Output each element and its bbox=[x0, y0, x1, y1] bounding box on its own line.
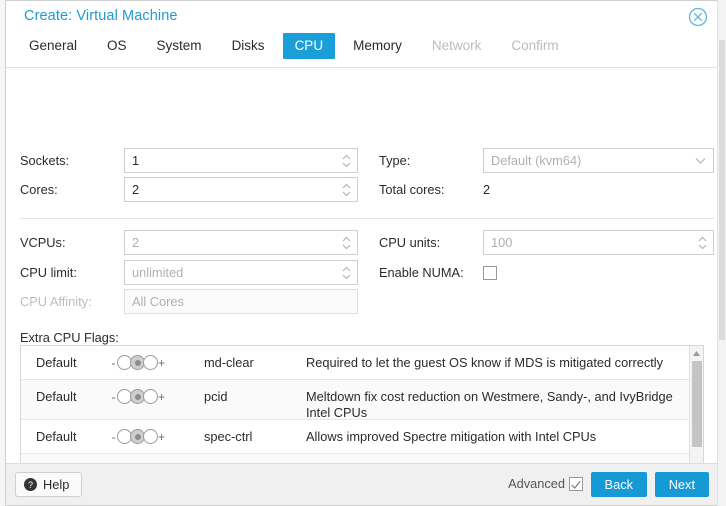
advanced-label: Advanced bbox=[508, 476, 565, 491]
svg-text:?: ? bbox=[28, 480, 33, 490]
dialog-title: Create: Virtual Machine bbox=[24, 8, 178, 24]
form-divider bbox=[20, 218, 714, 219]
flag-state-label: Default bbox=[36, 429, 77, 444]
sockets-spinner-icon[interactable] bbox=[341, 152, 352, 170]
type-value: Default (kvm64) bbox=[491, 153, 582, 168]
cpu-units-input[interactable]: 100 bbox=[483, 230, 714, 255]
flag-key: pcid bbox=[204, 389, 228, 404]
tab-network: Network bbox=[431, 38, 482, 53]
table-row[interactable]: Default - + md-clear Required to let the gue… bbox=[21, 346, 703, 380]
help-button[interactable]: ? Help bbox=[15, 472, 83, 497]
tab-bar: General OS System Disks CPU Memory Network Conf… bbox=[6, 33, 717, 68]
enable-numa-checkbox[interactable] bbox=[483, 266, 497, 280]
flag-plus-sign[interactable]: + bbox=[157, 356, 166, 370]
total-cores-value: 2 bbox=[483, 182, 491, 197]
type-select[interactable]: Default (kvm64) bbox=[483, 148, 714, 173]
cores-value: 2 bbox=[132, 182, 140, 197]
close-icon[interactable] bbox=[688, 7, 708, 27]
cpu-units-spinner-icon[interactable] bbox=[697, 234, 708, 252]
enable-numa-label: Enable NUMA: bbox=[379, 265, 464, 280]
advanced-checkbox[interactable] bbox=[569, 477, 583, 491]
cpu-affinity-input: All Cores bbox=[124, 289, 358, 314]
help-button-label: Help bbox=[43, 477, 70, 492]
flag-plus-sign[interactable]: + bbox=[157, 430, 166, 444]
flag-state-label: Default bbox=[36, 355, 77, 370]
flag-tristate-control[interactable]: -+ bbox=[109, 429, 166, 444]
next-button[interactable]: Next bbox=[654, 472, 709, 497]
sockets-value: 1 bbox=[132, 153, 140, 168]
cpu-limit-input[interactable]: unlimited bbox=[124, 260, 358, 285]
flag-description: Allows improved Spectre mitigation with … bbox=[306, 429, 597, 444]
flag-plus-sign[interactable]: + bbox=[157, 390, 166, 404]
tab-cpu[interactable]: CPU bbox=[282, 33, 336, 59]
flag-radio-on[interactable] bbox=[143, 429, 158, 444]
cpu-affinity-placeholder: All Cores bbox=[132, 294, 184, 309]
tab-confirm: Confirm bbox=[511, 38, 559, 53]
flag-description: Required to let the guest OS know if MDS… bbox=[306, 355, 664, 370]
dialog-titlebar: Create: Virtual Machine bbox=[6, 1, 717, 33]
create-vm-dialog: Create: Virtual Machine General OS System D… bbox=[5, 0, 718, 506]
scroll-up-icon[interactable] bbox=[690, 347, 703, 360]
table-row[interactable]: Default - + spec-ctrl Allows improved Spectr… bbox=[21, 420, 703, 454]
screen: Create: Virtual Machine General OS System D… bbox=[0, 0, 726, 506]
tab-memory[interactable]: Memory bbox=[341, 33, 414, 59]
type-label: Type: bbox=[379, 153, 411, 168]
flag-tristate-control[interactable]: -+ bbox=[109, 389, 166, 404]
cpu-limit-spinner-icon[interactable] bbox=[341, 264, 352, 282]
flag-description: Meltdown fix cost reduction on Westmere,… bbox=[306, 389, 673, 420]
table-row[interactable]: Default - + pcid Meltdown fix cost reduction… bbox=[21, 380, 703, 420]
back-button[interactable]: Back bbox=[590, 472, 647, 497]
dialog-footer: ? Help Advanced Back Next bbox=[6, 463, 717, 505]
flag-radio-on[interactable] bbox=[143, 389, 158, 404]
chevron-down-icon[interactable] bbox=[695, 157, 706, 165]
page-scrollbar-thumb[interactable] bbox=[719, 40, 725, 340]
flag-radio-on[interactable] bbox=[143, 355, 158, 370]
vcpus-spinner-icon[interactable] bbox=[341, 234, 352, 252]
vcpus-input[interactable]: 2 bbox=[124, 230, 358, 255]
tab-os[interactable]: OS bbox=[95, 33, 139, 59]
dialog-body: Sockets: 1 Type: Default (kvm64) Cores: … bbox=[6, 68, 717, 498]
flag-tristate-control[interactable]: -+ bbox=[109, 355, 166, 370]
cores-spinner-icon[interactable] bbox=[341, 181, 352, 199]
cpu-units-label: CPU units: bbox=[379, 235, 441, 250]
flag-key: spec-ctrl bbox=[204, 429, 253, 444]
tab-disks[interactable]: Disks bbox=[220, 33, 277, 59]
flags-scrollbar-thumb[interactable] bbox=[692, 361, 702, 447]
vcpus-label: VCPUs: bbox=[20, 235, 66, 250]
tab-system[interactable]: System bbox=[145, 33, 214, 59]
check-icon bbox=[571, 480, 581, 489]
flag-key: md-clear bbox=[204, 355, 254, 370]
cores-input[interactable]: 2 bbox=[124, 177, 358, 202]
cpu-units-value: 100 bbox=[491, 235, 513, 250]
page-scrollbar-right[interactable] bbox=[717, 0, 726, 506]
vcpus-value: 2 bbox=[132, 235, 140, 250]
extra-cpu-flags-label: Extra CPU Flags: bbox=[20, 330, 119, 345]
total-cores-label: Total cores: bbox=[379, 182, 445, 197]
sockets-input[interactable]: 1 bbox=[124, 148, 358, 173]
cpu-limit-label: CPU limit: bbox=[20, 265, 77, 280]
cores-label: Cores: bbox=[20, 182, 58, 197]
flag-state-label: Default bbox=[36, 389, 77, 404]
help-circle-icon: ? bbox=[24, 478, 37, 491]
cpu-affinity-label: CPU Affinity: bbox=[20, 294, 92, 309]
tab-general[interactable]: General bbox=[17, 33, 89, 59]
cpu-limit-value: unlimited bbox=[132, 265, 184, 280]
sockets-label: Sockets: bbox=[20, 153, 70, 168]
